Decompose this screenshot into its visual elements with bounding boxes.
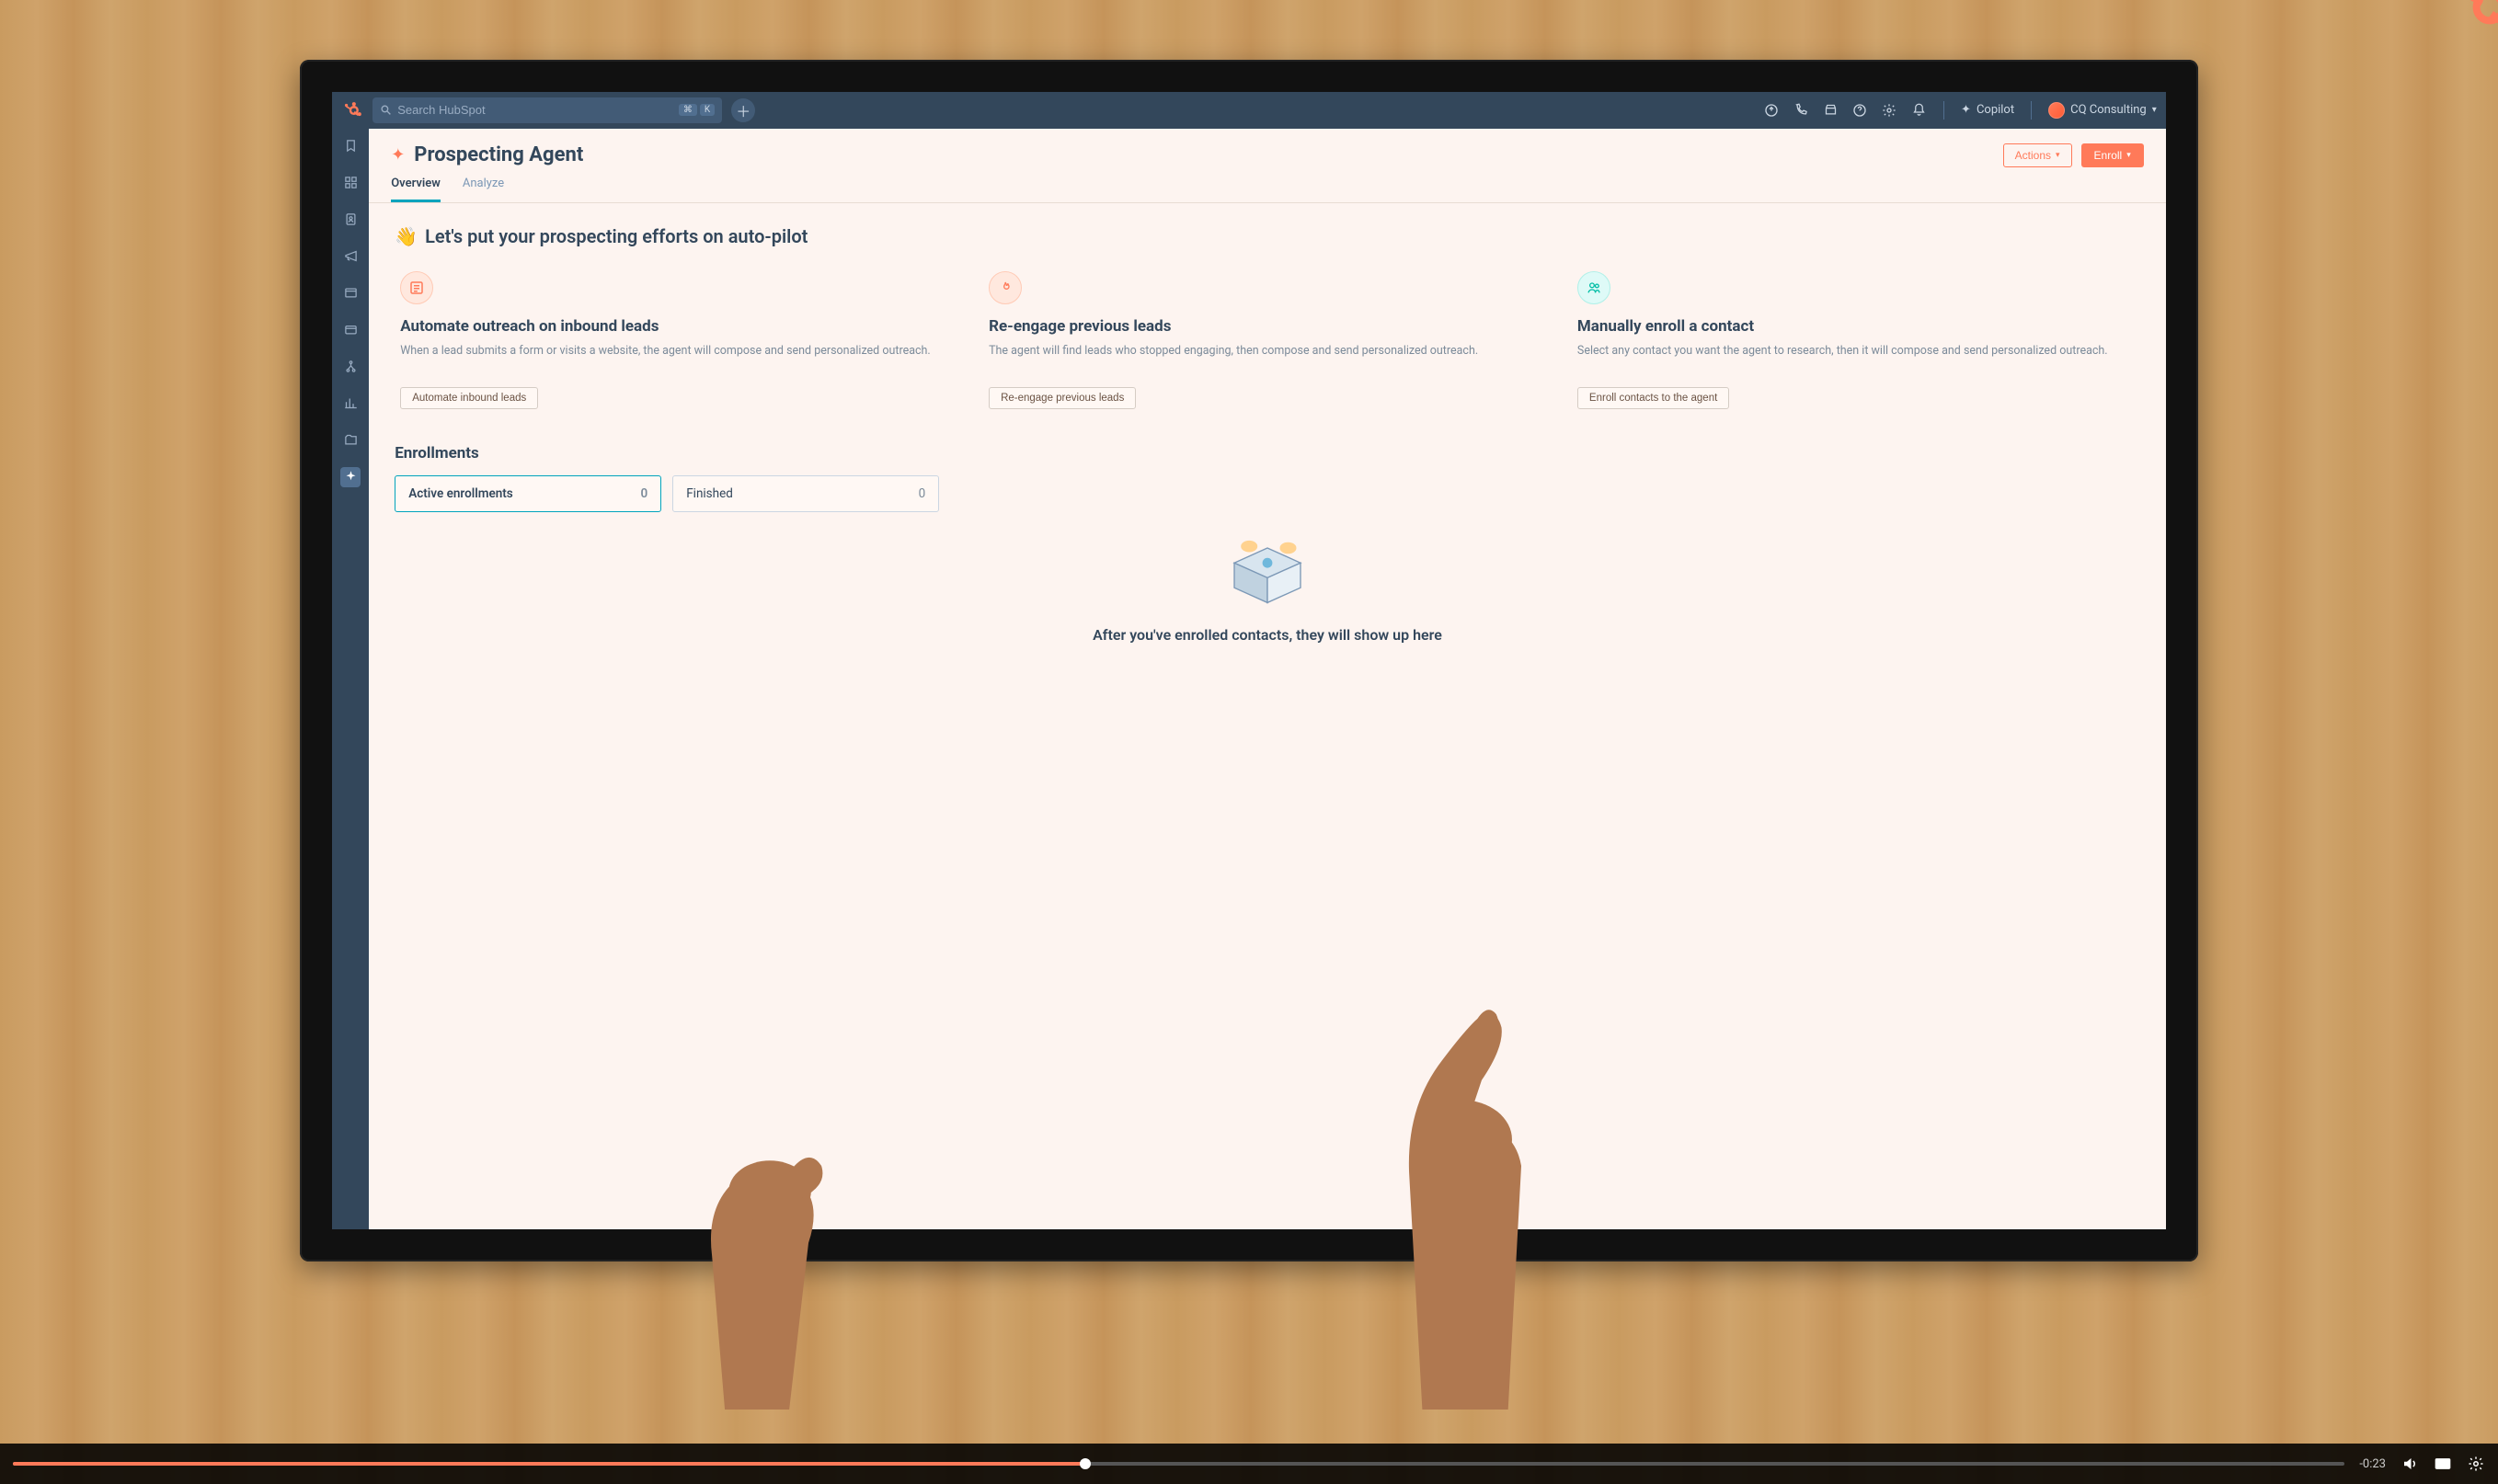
- settings-icon[interactable]: [2467, 1455, 2485, 1473]
- card-title: Re-engage previous leads: [989, 317, 1546, 336]
- page-header: ✦ Prospecting Agent Actions ▾ Enroll ▾: [369, 129, 2166, 167]
- chevron-down-icon: ▾: [2126, 150, 2131, 160]
- card-title: Manually enroll a contact: [1577, 317, 2135, 336]
- card-desc: The agent will find leads who stopped en…: [989, 343, 1546, 376]
- onboarding-cards: Automate outreach on inbound leads When …: [395, 264, 2140, 417]
- captions-icon[interactable]: CC: [2434, 1455, 2452, 1473]
- sparkle-icon: ✦: [391, 145, 405, 165]
- card-automate-inbound: Automate outreach on inbound leads When …: [395, 264, 963, 417]
- main-content: ✦ Prospecting Agent Actions ▾ Enroll ▾: [369, 129, 2166, 1229]
- enrollments-heading: Enrollments: [395, 444, 2140, 462]
- tab-analyze[interactable]: Analyze: [463, 177, 504, 202]
- volume-icon[interactable]: [2401, 1455, 2419, 1473]
- nav-marketing-icon[interactable]: [340, 246, 361, 267]
- hubspot-sprocket-corner-icon: [2449, 0, 2498, 44]
- empty-state: After you've enrolled contacts, they wil…: [395, 531, 2140, 644]
- copilot-label: Copilot: [1977, 103, 2014, 117]
- sparkle-icon: ✦: [1961, 103, 1971, 117]
- hubspot-logo-icon[interactable]: [341, 99, 363, 121]
- left-nav: [332, 129, 369, 1229]
- enroll-button[interactable]: Enroll ▾: [2081, 143, 2144, 167]
- video-player-bar: -0:23 CC: [0, 1444, 2498, 1484]
- card-reengage: Re-engage previous leads The agent will …: [983, 264, 1552, 417]
- search-shortcut-hint: ⌘ K: [679, 104, 715, 116]
- actions-label: Actions: [2015, 149, 2051, 162]
- card-cta-enroll[interactable]: Enroll contacts to the agent: [1577, 387, 1729, 409]
- page-title: Prospecting Agent: [414, 143, 583, 166]
- enroll-label: Enroll: [2094, 149, 2123, 162]
- nav-workspaces-icon[interactable]: [340, 173, 361, 193]
- actions-button[interactable]: Actions ▾: [2003, 143, 2072, 167]
- nav-reporting-icon[interactable]: [340, 394, 361, 414]
- marketplace-icon[interactable]: [1822, 102, 1839, 119]
- search-icon: [380, 104, 392, 116]
- avatar: [2048, 102, 2065, 119]
- chevron-down-icon: ▾: [2056, 150, 2060, 160]
- phone-icon[interactable]: [1793, 102, 1809, 119]
- video-time-remaining: -0:23: [2359, 1457, 2386, 1471]
- upgrade-icon[interactable]: [1763, 102, 1780, 119]
- search-input[interactable]: [397, 103, 673, 117]
- empty-state-text: After you've enrolled contacts, they wil…: [1093, 626, 1442, 644]
- copilot-button[interactable]: ✦ Copilot: [1961, 103, 2014, 117]
- settings-icon[interactable]: [1881, 102, 1897, 119]
- account-label: CQ Consulting: [2070, 103, 2147, 117]
- enroll-tab-finished[interactable]: Finished 0: [672, 475, 939, 512]
- search-input-container[interactable]: ⌘ K: [372, 97, 722, 123]
- svg-text:CC: CC: [2438, 1461, 2446, 1468]
- topbar-icons: ✦ Copilot CQ Consulting ▾: [1763, 101, 2157, 120]
- list-icon: [400, 271, 433, 304]
- nav-bookmarks-icon[interactable]: [340, 136, 361, 156]
- card-cta-reengage[interactable]: Re-engage previous leads: [989, 387, 1136, 409]
- enroll-tab-active[interactable]: Active enrollments 0: [395, 475, 661, 512]
- users-icon: [1577, 271, 1610, 304]
- nav-breeze-icon[interactable]: [340, 467, 361, 487]
- video-progress-fill: [13, 1462, 1085, 1466]
- card-title: Automate outreach on inbound leads: [400, 317, 957, 336]
- help-icon[interactable]: [1851, 102, 1868, 119]
- card-desc: When a lead submits a form or visits a w…: [400, 343, 957, 376]
- card-manual-enroll: Manually enroll a contact Select any con…: [1572, 264, 2140, 417]
- account-menu[interactable]: CQ Consulting ▾: [2048, 102, 2157, 119]
- video-progress-track[interactable]: [13, 1462, 2344, 1466]
- card-desc: Select any contact you want the agent to…: [1577, 343, 2135, 376]
- enroll-tab-label: Active enrollments: [408, 486, 513, 501]
- enroll-tab-label: Finished: [686, 486, 733, 501]
- content-area: 👋 Let's put your prospecting efforts on …: [369, 203, 2166, 1229]
- card-cta-automate[interactable]: Automate inbound leads: [400, 387, 538, 409]
- enrollment-filter-tabs: Active enrollments 0 Finished 0: [395, 475, 2140, 512]
- topbar: ⌘ K ＋ ✦ Copilot: [332, 92, 2166, 129]
- fire-icon: [989, 271, 1022, 304]
- create-button[interactable]: ＋: [731, 98, 755, 122]
- app-screen: ⌘ K ＋ ✦ Copilot: [332, 92, 2166, 1229]
- nav-crm-icon[interactable]: [340, 210, 361, 230]
- empty-illustration-icon: [1226, 540, 1309, 613]
- tablet-device: ⌘ K ＋ ✦ Copilot: [300, 60, 2198, 1261]
- nav-library-icon[interactable]: [340, 430, 361, 451]
- hero-text: Let's put your prospecting efforts on au…: [425, 225, 808, 247]
- wave-emoji: 👋: [395, 225, 418, 247]
- tab-overview[interactable]: Overview: [391, 177, 441, 202]
- enroll-tab-count: 0: [640, 486, 647, 501]
- page-tabs: Overview Analyze: [369, 167, 2166, 203]
- nav-automation-icon[interactable]: [340, 357, 361, 377]
- nav-commerce-icon[interactable]: [340, 320, 361, 340]
- notifications-icon[interactable]: [1910, 102, 1927, 119]
- enroll-tab-count: 0: [919, 486, 926, 501]
- nav-content-icon[interactable]: [340, 283, 361, 303]
- chevron-down-icon: ▾: [2152, 105, 2157, 115]
- hero-heading: 👋 Let's put your prospecting efforts on …: [395, 225, 2140, 247]
- video-progress-thumb[interactable]: [1080, 1458, 1091, 1469]
